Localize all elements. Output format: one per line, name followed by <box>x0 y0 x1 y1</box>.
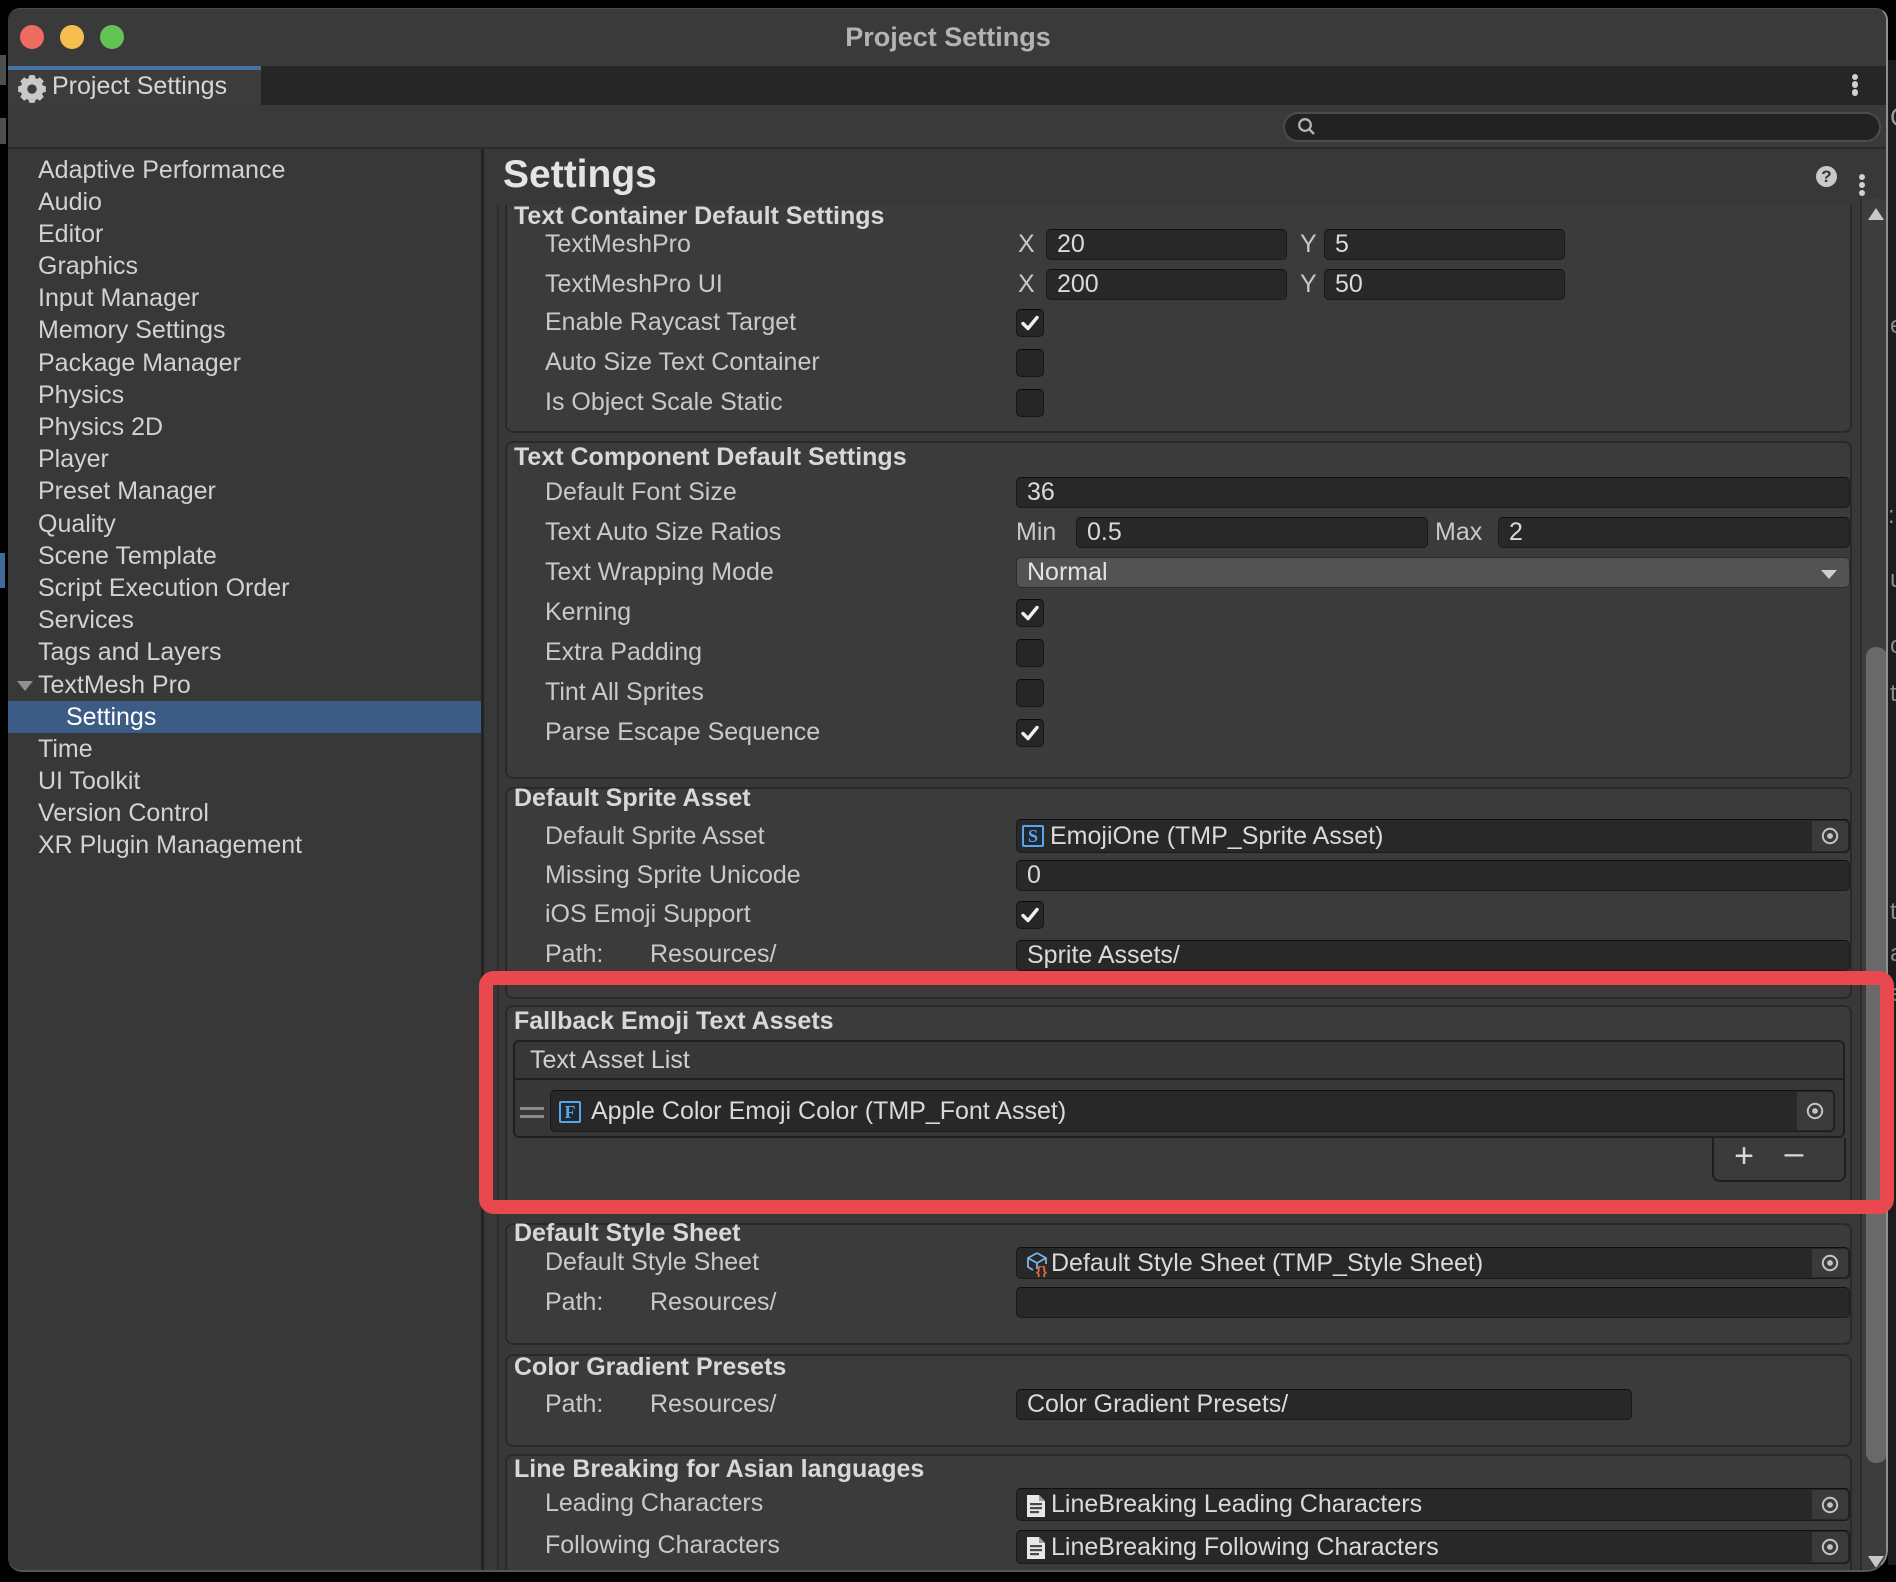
svg-text:{}: {} <box>1036 1263 1047 1277</box>
